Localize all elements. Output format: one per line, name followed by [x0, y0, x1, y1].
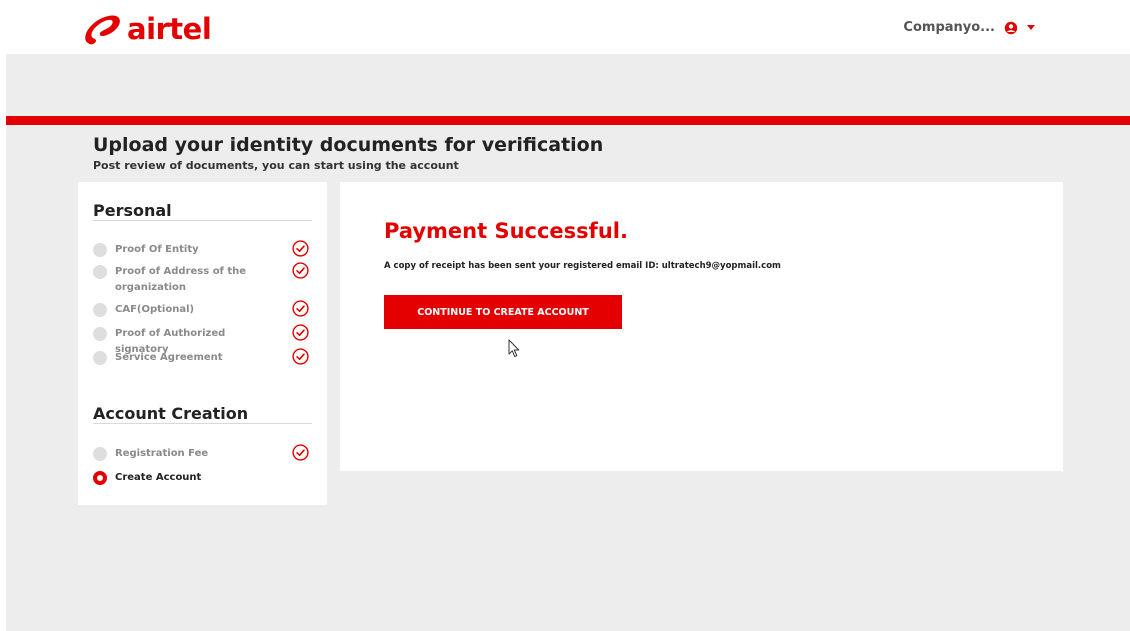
divider [93, 220, 312, 221]
step-active-radio [93, 471, 107, 485]
step-label: CAF(Optional) [115, 304, 195, 315]
page-title: Upload your identity documents for verif… [93, 134, 604, 156]
step-status-dot [93, 303, 107, 317]
check-circle-icon [292, 300, 309, 317]
payment-status-card: Payment Successful. A copy of receipt ha… [340, 182, 1063, 471]
user-circle-icon [1004, 21, 1018, 34]
receipt-message: A copy of receipt has been sent your reg… [384, 261, 781, 271]
step-status-dot [93, 243, 107, 257]
page: airtel Companyo... Upload your identity … [6, 3, 1130, 631]
airtel-logo-mark-icon [85, 15, 120, 45]
step-registration-fee[interactable]: Registration Fee [93, 444, 313, 462]
check-circle-icon [292, 324, 309, 341]
caret-down-icon[interactable] [1027, 25, 1035, 30]
step-label: Proof Of Entity [115, 244, 199, 255]
progress-sidebar: Personal Proof Of Entity Proof of Addres… [78, 182, 327, 505]
top-header: airtel Companyo... [6, 3, 1130, 54]
continue-to-create-account-button[interactable]: CONTINUE TO CREATE ACCOUNT [384, 295, 622, 329]
section-title-personal: Personal [93, 201, 172, 220]
step-status-dot [93, 265, 107, 279]
check-circle-icon [292, 444, 309, 461]
divider [93, 423, 312, 424]
accent-band [6, 116, 1130, 125]
user-menu[interactable]: Companyo... [903, 20, 1035, 35]
step-status-dot [93, 351, 107, 365]
step-proof-of-entity[interactable]: Proof Of Entity [93, 240, 313, 258]
step-proof-of-address[interactable]: Proof of Address of the organization [93, 262, 313, 296]
page-subtitle: Post review of documents, you can start … [93, 159, 459, 172]
airtel-logo[interactable]: airtel [82, 12, 212, 46]
step-caf-optional[interactable]: CAF(Optional) [93, 300, 313, 318]
step-label: Create Account [115, 472, 202, 483]
check-circle-icon [292, 348, 309, 365]
user-name: Companyo... [903, 20, 995, 35]
brand-name: airtel [127, 12, 212, 46]
step-status-dot [93, 447, 107, 461]
check-circle-icon [292, 240, 309, 257]
step-label: Registration Fee [115, 448, 209, 459]
step-status-dot [93, 327, 107, 341]
step-label: Proof of Address of the organization [115, 266, 247, 293]
section-title-account-creation: Account Creation [93, 404, 249, 423]
payment-success-heading: Payment Successful. [384, 219, 628, 243]
step-create-account[interactable]: Create Account [93, 470, 313, 486]
step-service-agreement[interactable]: Service Agreement [93, 348, 313, 366]
step-label: Service Agreement [115, 352, 223, 363]
mouse-pointer-icon [508, 339, 520, 358]
check-circle-icon [292, 262, 309, 279]
